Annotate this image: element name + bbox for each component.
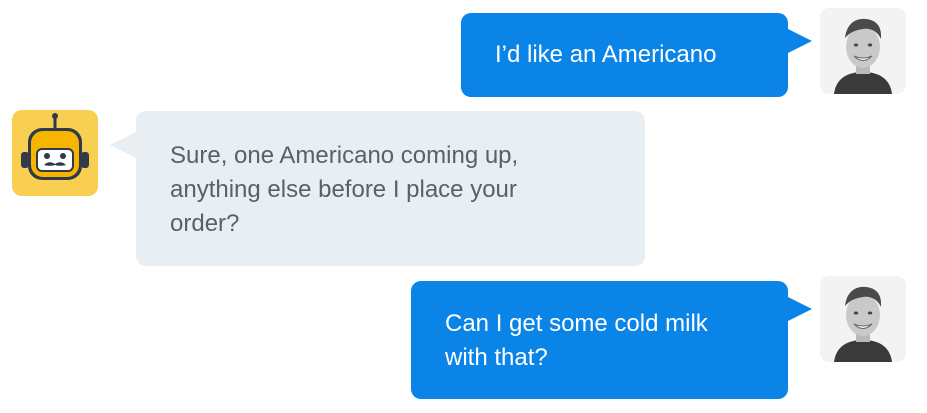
user-message-bubble: Can I get some cold milk with that? [411, 281, 788, 399]
robot-avatar-icon [12, 110, 98, 196]
user-avatar-icon [820, 8, 906, 94]
bubble-tail [786, 296, 812, 322]
user-avatar-icon [820, 276, 906, 362]
bubble-tail [110, 132, 136, 158]
bot-message-bubble: Sure, one Americano coming up, anything … [136, 111, 645, 266]
message-text: Can I get some cold milk with that? [445, 310, 708, 371]
user-message-bubble: I’d like an Americano [461, 13, 788, 97]
bubble-tail [786, 28, 812, 54]
message-text: I’d like an Americano [495, 41, 717, 68]
message-text: Sure, one Americano coming up, anything … [170, 142, 519, 237]
